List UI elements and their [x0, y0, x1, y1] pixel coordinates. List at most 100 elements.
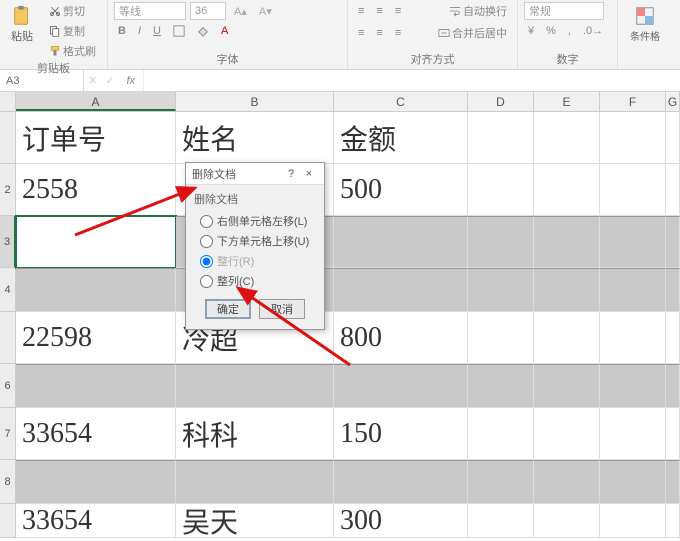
cell-G5[interactable]: [666, 312, 680, 364]
cell-E8[interactable]: [534, 460, 600, 504]
row-header-8[interactable]: 8: [0, 460, 16, 504]
cell-F6[interactable]: [600, 364, 666, 408]
row-header-9[interactable]: [0, 504, 16, 538]
align-right-button[interactable]: ≡: [391, 26, 405, 40]
align-center-button[interactable]: ≡: [372, 26, 386, 40]
cell-B1[interactable]: 姓名: [176, 112, 334, 164]
col-header-F[interactable]: F: [600, 92, 666, 111]
shrink-font-button[interactable]: A▾: [255, 4, 276, 19]
radio-entire-col[interactable]: 整列(C): [194, 271, 316, 291]
cell-C3[interactable]: [334, 216, 468, 268]
cell-A3[interactable]: [16, 216, 176, 268]
cell-A5[interactable]: 22598: [16, 312, 176, 364]
cell-G6[interactable]: [666, 364, 680, 408]
border-button[interactable]: [169, 24, 189, 38]
col-header-B[interactable]: B: [176, 92, 334, 111]
cell-A7[interactable]: 33654: [16, 408, 176, 460]
cell-G2[interactable]: [666, 164, 680, 216]
align-left-button[interactable]: ≡: [354, 26, 368, 40]
cell-G9[interactable]: [666, 504, 680, 538]
comma-button[interactable]: ,: [564, 24, 575, 38]
row-header-7[interactable]: 7: [0, 408, 16, 460]
italic-button[interactable]: I: [134, 24, 145, 38]
cell-D3[interactable]: [468, 216, 534, 268]
cell-D2[interactable]: [468, 164, 534, 216]
radio-shift-up[interactable]: 下方单元格上移(U): [194, 231, 316, 251]
cell-E6[interactable]: [534, 364, 600, 408]
dialog-help-button[interactable]: ?: [282, 168, 300, 180]
cell-E4[interactable]: [534, 268, 600, 312]
cell-G3[interactable]: [666, 216, 680, 268]
merge-center-button[interactable]: 合并后居中: [434, 24, 511, 42]
ok-button[interactable]: 确定: [205, 299, 251, 319]
cell-F4[interactable]: [600, 268, 666, 312]
select-all-corner[interactable]: [0, 92, 16, 111]
cell-G4[interactable]: [666, 268, 680, 312]
wrap-text-button[interactable]: 自动换行: [445, 2, 511, 20]
cell-C9[interactable]: 300: [334, 504, 468, 538]
dialog-titlebar[interactable]: 删除文档 ? ×: [186, 163, 324, 185]
font-size-select[interactable]: 36: [190, 2, 226, 20]
row-header-4[interactable]: 4: [0, 268, 16, 312]
cell-A4[interactable]: [16, 268, 176, 312]
cell-C5[interactable]: 800: [334, 312, 468, 364]
align-top-button[interactable]: ≡: [354, 4, 368, 18]
paste-button[interactable]: 粘贴: [7, 2, 37, 46]
cell-D8[interactable]: [468, 460, 534, 504]
cancel-button[interactable]: 取消: [259, 299, 305, 319]
cell-G1[interactable]: [666, 112, 680, 164]
cell-B9[interactable]: 吴天: [176, 504, 334, 538]
cell-G7[interactable]: [666, 408, 680, 460]
row-header-2[interactable]: 2: [0, 164, 16, 216]
cell-F3[interactable]: [600, 216, 666, 268]
cell-D1[interactable]: [468, 112, 534, 164]
cell-A6[interactable]: [16, 364, 176, 408]
grow-font-button[interactable]: A▴: [230, 4, 251, 19]
cell-D4[interactable]: [468, 268, 534, 312]
cell-E5[interactable]: [534, 312, 600, 364]
cell-F8[interactable]: [600, 460, 666, 504]
cell-F5[interactable]: [600, 312, 666, 364]
align-mid-button[interactable]: ≡: [372, 4, 386, 18]
cell-B6[interactable]: [176, 364, 334, 408]
fx-accept[interactable]: ✓: [101, 73, 118, 88]
cell-F2[interactable]: [600, 164, 666, 216]
cell-B8[interactable]: [176, 460, 334, 504]
cut-button[interactable]: 剪切: [45, 2, 100, 20]
cell-C8[interactable]: [334, 460, 468, 504]
cell-A8[interactable]: [16, 460, 176, 504]
cell-E1[interactable]: [534, 112, 600, 164]
row-header-3[interactable]: 3: [0, 216, 16, 268]
col-header-E[interactable]: E: [534, 92, 600, 111]
radio-entire-row[interactable]: 整行(R): [194, 251, 316, 271]
col-header-G[interactable]: G: [666, 92, 680, 111]
cell-F7[interactable]: [600, 408, 666, 460]
font-color-button[interactable]: A: [217, 24, 232, 38]
formula-input[interactable]: [143, 70, 680, 91]
cell-A2[interactable]: 2558: [16, 164, 176, 216]
currency-button[interactable]: ¥: [524, 24, 538, 38]
cell-C6[interactable]: [334, 364, 468, 408]
copy-button[interactable]: 复制: [45, 22, 100, 40]
percent-button[interactable]: %: [542, 24, 560, 38]
number-format-select[interactable]: 常规: [524, 2, 604, 20]
cell-B7[interactable]: 科科: [176, 408, 334, 460]
row-header-1[interactable]: [0, 112, 16, 164]
cell-C7[interactable]: 150: [334, 408, 468, 460]
cond-format-button[interactable]: 条件格: [626, 2, 664, 45]
cell-F1[interactable]: [600, 112, 666, 164]
cell-C4[interactable]: [334, 268, 468, 312]
row-header-5[interactable]: [0, 312, 16, 364]
col-header-C[interactable]: C: [334, 92, 468, 111]
cell-E3[interactable]: [534, 216, 600, 268]
col-header-D[interactable]: D: [468, 92, 534, 111]
align-bot-button[interactable]: ≡: [391, 4, 405, 18]
cell-E7[interactable]: [534, 408, 600, 460]
cell-A9[interactable]: 33654: [16, 504, 176, 538]
fx-cancel[interactable]: ✕: [84, 73, 101, 88]
cell-D9[interactable]: [468, 504, 534, 538]
cell-C2[interactable]: 500: [334, 164, 468, 216]
name-box[interactable]: A3: [0, 70, 84, 91]
cell-D7[interactable]: [468, 408, 534, 460]
cell-G8[interactable]: [666, 460, 680, 504]
